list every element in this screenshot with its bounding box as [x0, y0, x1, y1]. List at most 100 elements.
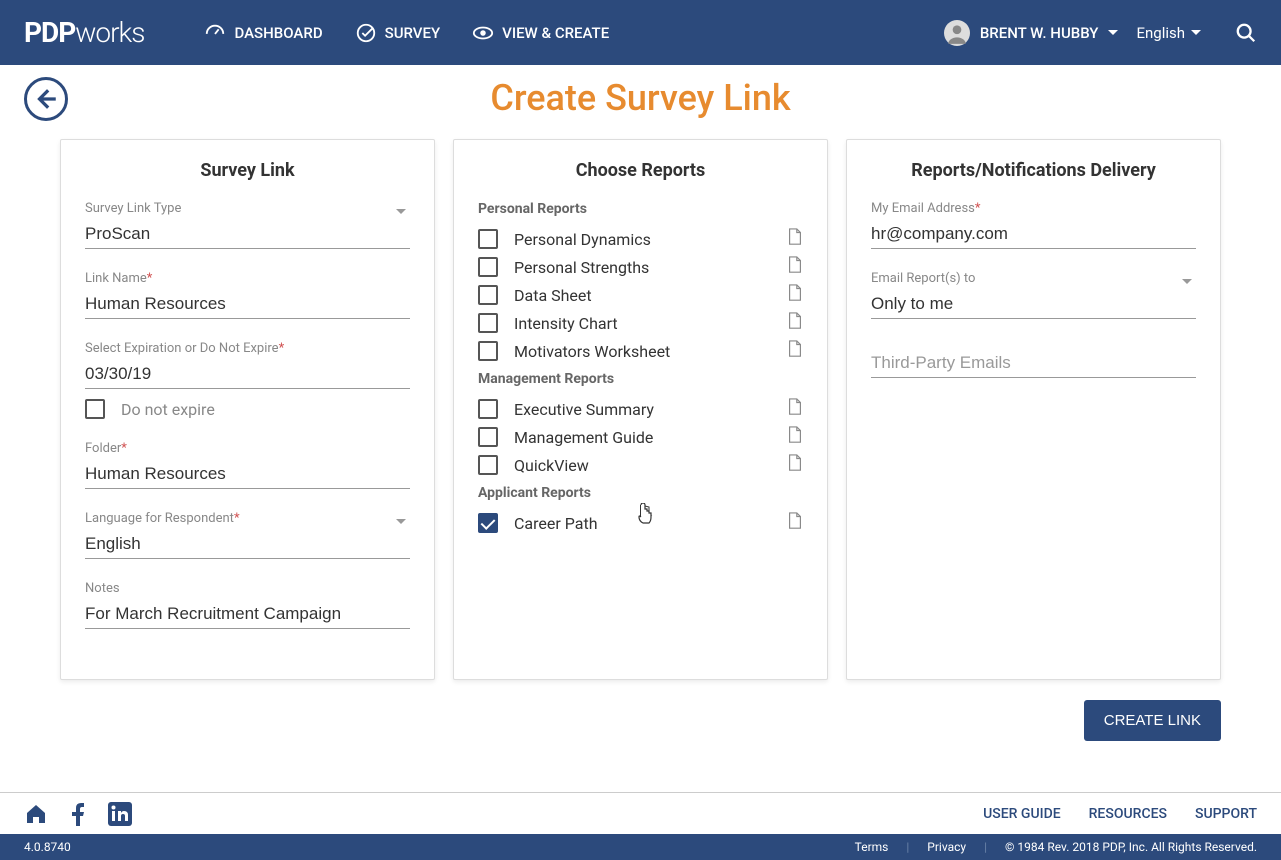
report-row: Career Path [478, 509, 803, 537]
do-not-expire-checkbox[interactable] [85, 399, 105, 419]
field-language-respondent[interactable]: Language for Respondent* [85, 511, 410, 559]
document-icon[interactable] [787, 426, 803, 448]
report-row: Management Guide [478, 423, 803, 451]
document-icon[interactable] [787, 454, 803, 476]
field-label: Link Name* [85, 271, 410, 286]
report-name: Executive Summary [514, 400, 787, 419]
home-icon[interactable] [24, 802, 48, 826]
document-icon[interactable] [787, 398, 803, 420]
report-group-title: Personal Reports [478, 201, 803, 217]
language-select[interactable]: English [1136, 24, 1201, 42]
footer-links-bar: USER GUIDE RESOURCES SUPPORT [0, 792, 1281, 834]
support-link[interactable]: SUPPORT [1195, 806, 1257, 822]
my-email-input[interactable] [871, 220, 1196, 249]
app-footer: USER GUIDE RESOURCES SUPPORT 4.0.8740 Te… [0, 792, 1281, 860]
report-checkbox[interactable] [478, 229, 498, 249]
create-link-button[interactable]: CREATE LINK [1084, 700, 1221, 741]
document-icon[interactable] [787, 284, 803, 306]
link-name-input[interactable] [85, 290, 410, 319]
field-label: Select Expiration or Do Not Expire* [85, 341, 410, 356]
nav-view-create-label: VIEW & CREATE [502, 24, 609, 42]
logo-bold: PDP [24, 16, 75, 49]
report-name: Personal Strengths [514, 258, 787, 277]
field-third-party [871, 349, 1196, 378]
chevron-down-icon [1182, 279, 1192, 284]
terms-link[interactable]: Terms [855, 840, 889, 854]
user-menu[interactable]: BRENT W. HUBBY [944, 20, 1119, 46]
card-survey-link: Survey Link Survey Link Type Link Name* … [60, 139, 435, 680]
field-label: Survey Link Type [85, 201, 410, 216]
field-label: Notes [85, 581, 410, 596]
email-reports-to-input[interactable] [871, 290, 1196, 319]
report-checkbox[interactable] [478, 341, 498, 361]
report-name: Intensity Chart [514, 314, 787, 333]
nav-view-create[interactable]: VIEW & CREATE [472, 22, 609, 44]
user-area: BRENT W. HUBBY English [944, 20, 1257, 46]
nav-dashboard[interactable]: DASHBOARD [204, 22, 322, 44]
report-row: Intensity Chart [478, 309, 803, 337]
legal-links: Terms | Privacy | © 1984 Rev. 2018 PDP, … [855, 840, 1257, 854]
field-notes: Notes [85, 581, 410, 629]
report-checkbox[interactable] [478, 399, 498, 419]
report-checkbox[interactable] [478, 285, 498, 305]
folder-input[interactable] [85, 460, 410, 489]
report-group-title: Management Reports [478, 371, 803, 387]
report-name: Personal Dynamics [514, 230, 787, 249]
version-label: 4.0.8740 [24, 840, 855, 854]
field-folder: Folder* [85, 441, 410, 489]
document-icon[interactable] [787, 256, 803, 278]
page-title: Create Survey Link [24, 77, 1257, 119]
document-icon[interactable] [787, 312, 803, 334]
user-name: BRENT W. HUBBY [980, 24, 1099, 42]
report-name: Motivators Worksheet [514, 342, 787, 361]
dashboard-icon [204, 22, 226, 44]
chevron-down-icon [396, 209, 406, 214]
resources-link[interactable]: RESOURCES [1089, 806, 1167, 822]
search-icon[interactable] [1235, 22, 1257, 44]
field-label: Language for Respondent* [85, 511, 410, 526]
nav-survey-label: SURVEY [385, 24, 441, 42]
report-row: Executive Summary [478, 395, 803, 423]
main-nav: DASHBOARD SURVEY VIEW & CREATE [204, 22, 943, 44]
document-icon[interactable] [787, 512, 803, 534]
field-link-name: Link Name* [85, 271, 410, 319]
report-row: QuickView [478, 451, 803, 479]
action-row: CREATE LINK [24, 680, 1257, 741]
field-my-email: My Email Address* [871, 201, 1196, 249]
privacy-link[interactable]: Privacy [927, 840, 966, 854]
linkedin-icon[interactable] [108, 802, 132, 826]
report-checkbox[interactable] [478, 455, 498, 475]
chevron-down-icon [1108, 30, 1118, 35]
footer-bar: 4.0.8740 Terms | Privacy | © 1984 Rev. 2… [0, 834, 1281, 860]
eye-icon [472, 22, 494, 44]
card-delivery: Reports/Notifications Delivery My Email … [846, 139, 1221, 680]
facebook-icon[interactable] [72, 802, 84, 826]
report-row: Personal Dynamics [478, 225, 803, 253]
field-email-reports-to[interactable]: Email Report(s) to [871, 271, 1196, 319]
language-label: English [1136, 24, 1185, 42]
logo-light: works [75, 16, 144, 49]
chevron-down-icon [1191, 30, 1201, 35]
expiration-input[interactable] [85, 360, 410, 389]
report-group-title: Applicant Reports [478, 485, 803, 501]
card-title-choose-reports: Choose Reports [478, 160, 803, 181]
report-checkbox[interactable] [478, 313, 498, 333]
third-party-emails-input[interactable] [871, 349, 1196, 378]
document-icon[interactable] [787, 340, 803, 362]
field-survey-link-type[interactable]: Survey Link Type [85, 201, 410, 249]
survey-link-type-input[interactable] [85, 220, 410, 249]
report-checkbox[interactable] [478, 427, 498, 447]
reports-list: Personal Reports Personal Dynamics Persona… [478, 201, 803, 537]
user-guide-link[interactable]: USER GUIDE [983, 806, 1061, 822]
copyright-text: © 1984 Rev. 2018 PDP, Inc. All Rights Re… [1005, 840, 1257, 854]
report-checkbox[interactable] [478, 513, 498, 533]
nav-survey[interactable]: SURVEY [355, 22, 441, 44]
document-icon[interactable] [787, 228, 803, 250]
notes-input[interactable] [85, 600, 410, 629]
app-logo: PDPworks [24, 16, 144, 49]
avatar-icon [944, 20, 970, 46]
language-respondent-input[interactable] [85, 530, 410, 559]
social-icons [24, 802, 132, 826]
do-not-expire-row: Do not expire [85, 399, 410, 419]
report-checkbox[interactable] [478, 257, 498, 277]
